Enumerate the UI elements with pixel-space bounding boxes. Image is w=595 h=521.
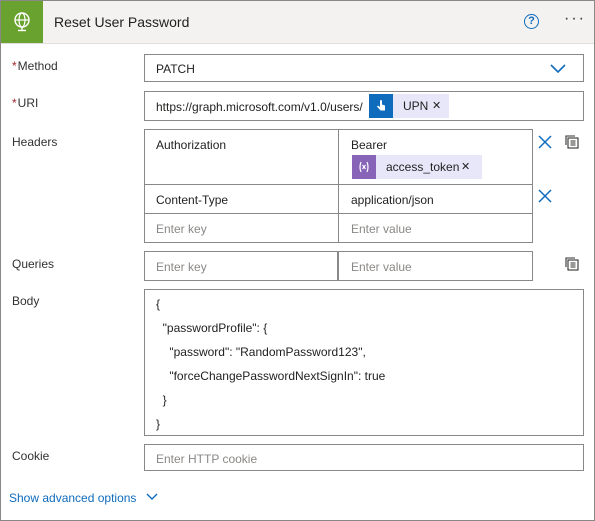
- body-label: Body: [12, 294, 40, 308]
- queries-label: Queries: [12, 257, 55, 271]
- access-token-token[interactable]: access_token ✕: [352, 155, 482, 179]
- variable-icon: [352, 155, 376, 179]
- body-line: }: [156, 417, 161, 431]
- method-value: PATCH: [156, 62, 195, 76]
- chevron-down-icon: [146, 493, 158, 500]
- query-value-input[interactable]: Enter value: [338, 251, 533, 281]
- method-label: *Method: [12, 59, 58, 73]
- delete-row-icon[interactable]: [538, 135, 552, 149]
- query-value-placeholder: Enter value: [351, 260, 412, 274]
- remove-token-icon[interactable]: ✕: [461, 160, 470, 173]
- more-options-icon[interactable]: ···: [564, 10, 586, 28]
- body-line: }: [156, 393, 167, 407]
- header-value-placeholder: Enter value: [351, 222, 412, 236]
- headers-label: Headers: [12, 135, 58, 149]
- header-value-text: Bearer: [351, 138, 388, 152]
- query-key-input[interactable]: Enter key: [144, 251, 338, 281]
- header-key-value: Content-Type: [156, 193, 229, 207]
- globe-icon: [1, 1, 43, 43]
- cookie-input[interactable]: Enter HTTP cookie: [144, 444, 584, 471]
- help-icon[interactable]: ?: [524, 14, 539, 29]
- uri-input[interactable]: https://graph.microsoft.com/v1.0/users/ …: [144, 91, 584, 121]
- show-advanced-options-link[interactable]: Show advanced options: [9, 491, 158, 505]
- remove-token-icon[interactable]: ✕: [432, 99, 441, 112]
- header-value-cell[interactable]: Bearer access_token ✕: [338, 129, 533, 185]
- body-line: {: [156, 297, 161, 311]
- body-line: "passwordProfile": {: [156, 321, 268, 335]
- card-title: Reset User Password: [54, 14, 190, 30]
- chevron-down-icon: [550, 64, 566, 74]
- header-key-input[interactable]: Enter key: [144, 213, 339, 243]
- header-value-cell[interactable]: application/json: [338, 184, 533, 214]
- body-line: "password": "RandomPassword123",: [156, 345, 366, 359]
- header-key-cell[interactable]: Authorization: [144, 129, 339, 185]
- header-value-input[interactable]: Enter value: [338, 213, 533, 243]
- header-key-placeholder: Enter key: [156, 222, 207, 236]
- header-key-cell[interactable]: Content-Type: [144, 184, 339, 214]
- switch-to-text-mode-icon[interactable]: [564, 134, 580, 150]
- manual-trigger-icon: [369, 94, 393, 118]
- switch-to-text-mode-icon[interactable]: [564, 256, 580, 272]
- http-action-card: Reset User Password ? ··· *Method PATCH …: [0, 0, 595, 521]
- body-line: "forceChangePasswordNextSignIn": true: [156, 369, 386, 383]
- uri-value: https://graph.microsoft.com/v1.0/users/: [156, 100, 363, 114]
- cookie-placeholder: Enter HTTP cookie: [156, 452, 258, 466]
- header-key-value: Authorization: [156, 138, 227, 152]
- upn-token[interactable]: UPN ✕: [369, 94, 449, 118]
- body-editor[interactable]: { "passwordProfile": { "password": "Rand…: [144, 289, 584, 436]
- header-value-text: application/json: [351, 193, 434, 207]
- cookie-label: Cookie: [12, 449, 50, 463]
- delete-row-icon[interactable]: [538, 189, 552, 203]
- method-dropdown[interactable]: PATCH: [144, 54, 584, 82]
- upn-token-label: UPN: [403, 99, 429, 113]
- card-header[interactable]: Reset User Password ? ···: [1, 1, 594, 44]
- uri-label: *URI: [12, 96, 39, 110]
- query-key-placeholder: Enter key: [156, 260, 207, 274]
- access-token-label: access_token: [386, 160, 460, 174]
